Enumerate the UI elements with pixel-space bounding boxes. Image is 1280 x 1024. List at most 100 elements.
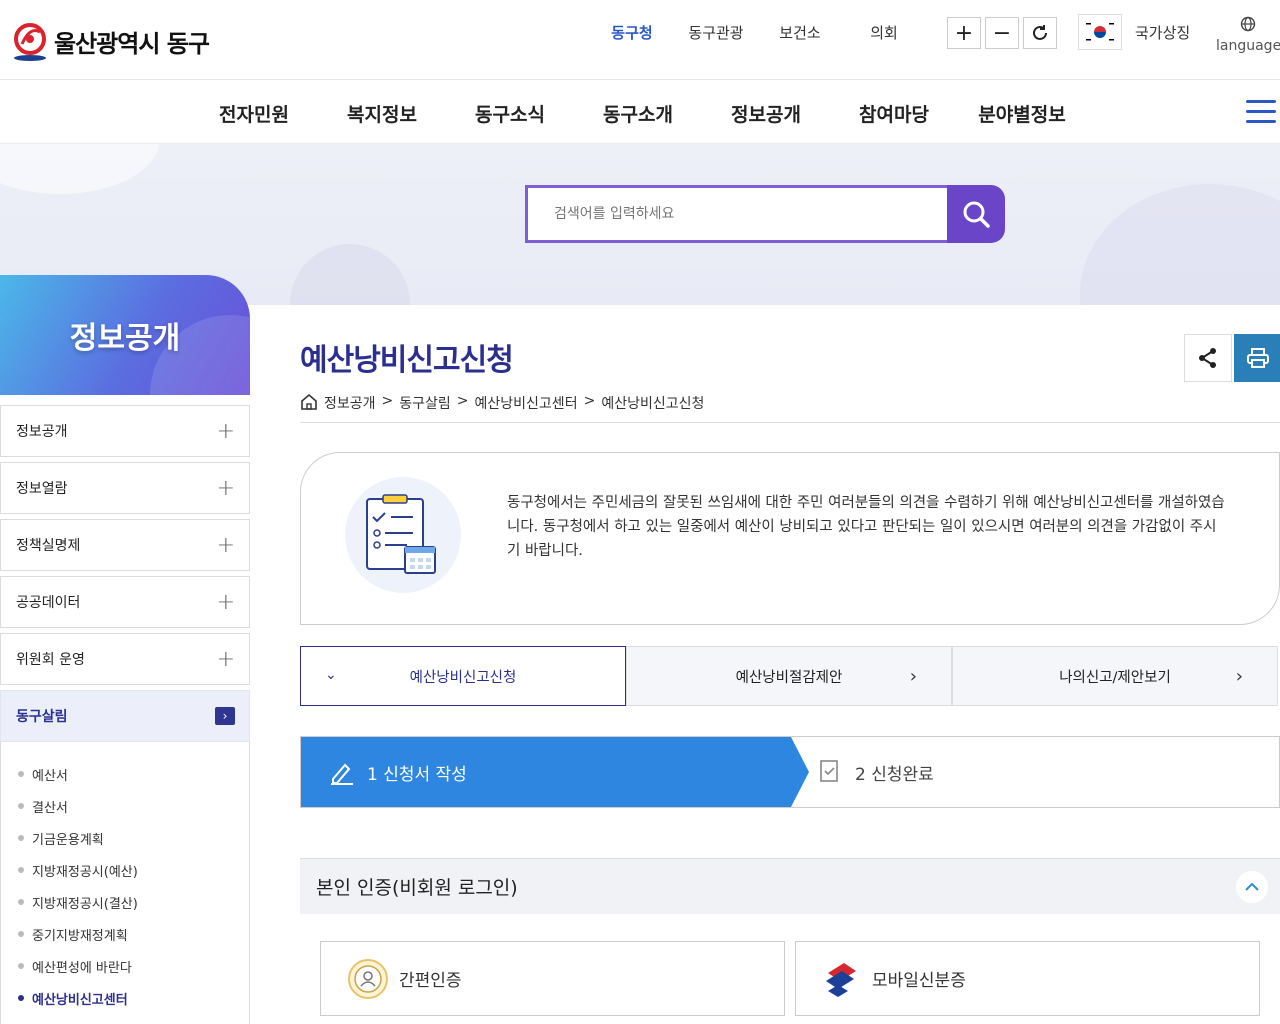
search-button[interactable] [947, 185, 1005, 243]
chevron-up-icon[interactable] [1236, 871, 1268, 903]
language-selector[interactable]: language [1216, 16, 1280, 55]
search-icon [963, 201, 990, 228]
submenu-label: 결산서 [32, 800, 68, 816]
submenu-label: 예산낭비신고센터 [32, 992, 128, 1008]
korean-flag-icon [1084, 20, 1116, 44]
auth-option-label: 모바일신분증 [872, 971, 966, 991]
sidebar-item-public-data[interactable]: 공공데이터 + [0, 576, 250, 628]
top-nav: 동구청 동구관광 보건소 의회 [590, 22, 926, 43]
checklist-illustration-icon [345, 477, 461, 593]
top-nav-item-council[interactable]: 의회 [842, 22, 926, 43]
zoom-out-button[interactable]: − [985, 17, 1019, 49]
main-menu-item-info[interactable]: 정보공개 [702, 100, 830, 127]
sidebar-title: 정보공개 [0, 275, 250, 395]
breadcrumb-separator: > [381, 393, 394, 409]
submenu-label: 중기지방재정계획 [32, 928, 128, 944]
submenu-label: 예산서 [32, 768, 68, 784]
sidebar-menu: 정보공개 + 정보열람 + 정책실명제 + 공공데이터 + 위원회 운영 + 동구살림 › … [0, 405, 250, 1024]
submenu-label: 예산편성에 바란다 [32, 960, 132, 976]
submenu-label: 지방재정공시(예산) [32, 864, 138, 880]
top-nav-item-tourism[interactable]: 동구관광 [674, 22, 758, 43]
main-menu-item-news[interactable]: 동구소식 [446, 100, 574, 127]
sidebar-item-label: 정보공개 [16, 424, 68, 440]
site-logo[interactable]: 울산광역시 동구 [12, 20, 210, 62]
main-menu-item-participate[interactable]: 참여마당 [830, 100, 958, 127]
tab-saving-proposal[interactable]: 예산낭비절감제안 › [626, 646, 952, 706]
simple-auth-button[interactable]: 간편인증 [320, 941, 785, 1016]
sidebar-submenu: 예산서 결산서 기금운용계획 지방재정공시(예산) 지방재정공시(결산) 중기지… [0, 742, 250, 1024]
main-menu-item-fields[interactable]: 분야별정보 [958, 100, 1086, 127]
search-bar [525, 185, 1005, 243]
refresh-icon [1033, 25, 1047, 40]
top-nav-item-health[interactable]: 보건소 [758, 22, 842, 43]
sidebar-item-label: 정책실명제 [16, 538, 81, 554]
national-flag-button[interactable] [1078, 14, 1122, 50]
submenu-item[interactable]: 예산서 [1, 758, 249, 790]
globe-icon [1240, 16, 1256, 32]
zoom-reset-button[interactable] [1023, 17, 1057, 49]
home-icon[interactable] [300, 393, 318, 411]
auth-section-header[interactable]: 본인 인증(비회원 로그인) [300, 858, 1280, 914]
breadcrumb-separator: > [456, 393, 469, 409]
check-doc-icon [820, 760, 838, 782]
plus-icon: + [216, 589, 235, 615]
sidebar-item-info-disclosure[interactable]: 정보공개 + [0, 405, 250, 457]
sidebar-item-finance[interactable]: 동구살림 › [0, 690, 250, 742]
zoom-controls: + − [947, 17, 1057, 49]
chevron-right-icon: › [909, 666, 917, 687]
language-label: language [1216, 38, 1280, 54]
breadcrumb-item[interactable]: 정보공개 [324, 393, 376, 413]
mobile-id-button[interactable]: 모바일신분증 [795, 941, 1260, 1016]
logo-mark-icon [12, 20, 48, 62]
main-menu: 전자민원 복지정보 동구소식 동구소개 정보공개 참여마당 분야별정보 [0, 80, 1280, 144]
breadcrumb-item[interactable]: 예산낭비신고센터 [475, 393, 578, 413]
step-label: 2 신청완료 [855, 764, 934, 785]
zoom-in-button[interactable]: + [947, 17, 981, 49]
share-button[interactable] [1184, 334, 1232, 382]
logo-text: 울산광역시 동구 [54, 29, 210, 58]
submenu-item[interactable]: 결산서 [1, 790, 249, 822]
breadcrumb-item-current: 예산낭비신고신청 [601, 396, 705, 412]
main-menu-item-welfare[interactable]: 복지정보 [318, 100, 446, 127]
submenu-item[interactable]: 예산편성에 바란다 [1, 950, 249, 982]
submenu-item[interactable]: 기금운용계획 [1, 822, 249, 854]
step-label: 1 신청서 작성 [367, 764, 467, 785]
sidebar-item-label: 위원회 운영 [16, 652, 85, 668]
share-icon [1199, 348, 1216, 368]
search-input[interactable] [525, 185, 947, 243]
submenu-item[interactable]: 중기지방재정계획 [1, 918, 249, 950]
simple-auth-icon [348, 958, 388, 999]
content-tabs: ⌄ 예산낭비신고신청 예산낭비절감제안 › 나의신고/제안보기 › [300, 646, 1278, 706]
main-menu-item-civil[interactable]: 전자민원 [190, 100, 318, 127]
breadcrumb: 정보공개 > 동구살림 > 예산낭비신고센터 > 예산낭비신고신청 [300, 393, 1280, 423]
tab-my-reports[interactable]: 나의신고/제안보기 › [952, 646, 1278, 706]
mobile-id-icon [826, 962, 856, 997]
plus-icon: + [216, 532, 235, 558]
chevron-right-icon: › [215, 707, 235, 725]
submenu-item-active[interactable]: 예산낭비신고센터 [1, 982, 249, 1014]
top-bar: 울산광역시 동구 동구청 동구관광 보건소 의회 + − 국가상징 langua… [0, 0, 1280, 80]
auth-option-label: 간편인증 [399, 971, 462, 991]
submenu-label: 기금운용계획 [32, 832, 104, 848]
sidebar-item-label: 정보열람 [16, 481, 68, 497]
step-active: 1 신청서 작성 [301, 737, 809, 807]
tab-report-apply[interactable]: ⌄ 예산낭비신고신청 [300, 646, 626, 706]
hamburger-menu-icon[interactable] [1246, 100, 1276, 124]
sidebar-item-info-view[interactable]: 정보열람 + [0, 462, 250, 514]
intro-text: 동구청에서는 주민세금의 잘못된 쓰임새에 대한 주민 여러분들의 의견을 수렴… [507, 495, 1225, 559]
top-nav-item-donggu[interactable]: 동구청 [590, 22, 674, 43]
breadcrumb-item[interactable]: 동구살림 [399, 393, 451, 413]
print-button[interactable] [1234, 334, 1280, 382]
main-menu-item-intro[interactable]: 동구소개 [574, 100, 702, 127]
step-pending: 2 신청완료 [819, 737, 934, 807]
national-symbol-link[interactable]: 국가상징 [1135, 22, 1190, 43]
sidebar-item-label: 공공데이터 [16, 595, 81, 611]
sidebar-item-policy[interactable]: 정책실명제 + [0, 519, 250, 571]
submenu-label: 지방재정공시(결산) [32, 896, 138, 912]
intro-box: 동구청에서는 주민세금의 잘못된 쓰임새에 대한 주민 여러분들의 의견을 수렴… [300, 452, 1280, 625]
plus-icon: + [216, 418, 235, 444]
submenu-item[interactable]: 지방재정공시(예산) [1, 854, 249, 886]
chevron-down-icon: ⌄ [325, 667, 337, 683]
submenu-item[interactable]: 지방재정공시(결산) [1, 886, 249, 918]
sidebar-item-committee[interactable]: 위원회 운영 + [0, 633, 250, 685]
